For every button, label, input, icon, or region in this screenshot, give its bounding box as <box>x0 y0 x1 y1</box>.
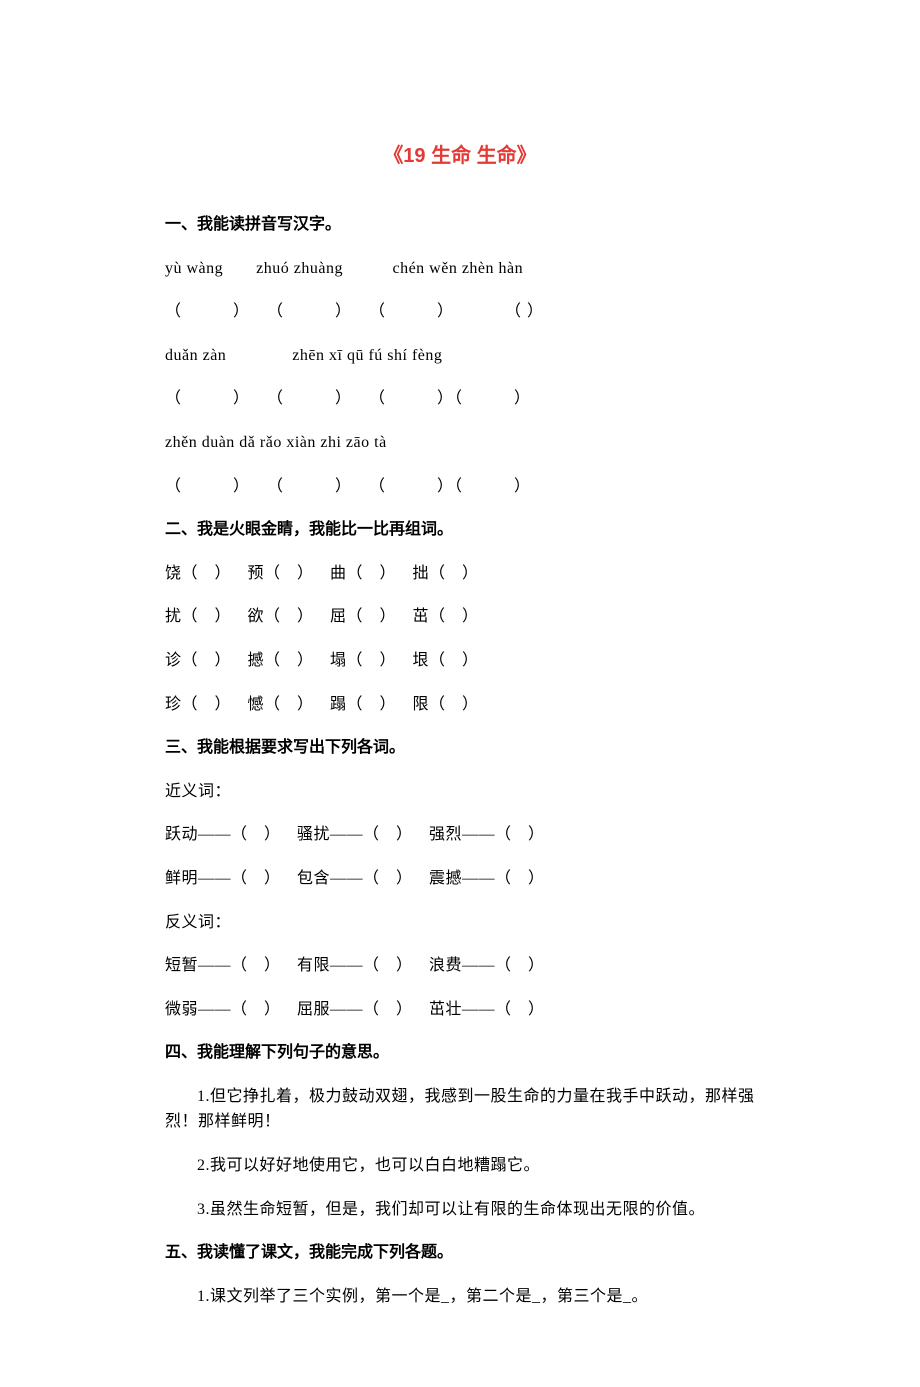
section-2-line-4: 珍（ ） 憾（ ） 蹋（ ） 限（ ） <box>165 692 755 718</box>
section-4-q2: 2.我可以好好地使用它，也可以白白地糟蹋它。 <box>165 1153 755 1179</box>
section-5-header: 五、我读懂了课文，我能完成下列各题。 <box>165 1240 755 1266</box>
synonym-line-2: 鲜明——（ ） 包含——（ ） 震撼——（ ） <box>165 866 755 892</box>
blanks-row-1: （ ） （ ） （ ） （ ） <box>165 299 755 325</box>
pinyin-row-1: yù wàng zhuó zhuàng chén wěn zhèn hàn <box>165 256 755 282</box>
section-3-header: 三、我能根据要求写出下列各词。 <box>165 735 755 761</box>
pinyin-row-2: duǎn zàn zhēn xī qū fú shí fèng <box>165 343 755 369</box>
synonym-line-1: 跃动——（ ） 骚扰——（ ） 强烈——（ ） <box>165 822 755 848</box>
antonym-label: 反义词： <box>165 910 755 936</box>
section-2-header: 二、我是火眼金睛，我能比一比再组词。 <box>165 517 755 543</box>
blanks-row-3: （ ） （ ） （ ）（ ） <box>165 474 755 500</box>
antonym-line-2: 微弱——（ ） 屈服——（ ） 茁壮——（ ） <box>165 997 755 1023</box>
blanks-row-2: （ ） （ ） （ ）（ ） <box>165 386 755 412</box>
document-title: 《19 生命 生命》 <box>165 140 755 172</box>
section-4-q1: 1.但它挣扎着，极力鼓动双翅，我感到一股生命的力量在我手中跃动，那样强烈！那样鲜… <box>165 1084 755 1135</box>
section-2-line-2: 扰（ ） 欲（ ） 屈（ ） 茁（ ） <box>165 604 755 630</box>
synonym-label: 近义词： <box>165 779 755 805</box>
pinyin-row-3: zhěn duàn dǎ rǎo xiàn zhi zāo tà <box>165 430 755 456</box>
section-2-line-3: 诊（ ） 撼（ ） 塌（ ） 垠（ ） <box>165 648 755 674</box>
antonym-line-1: 短暂——（ ） 有限——（ ） 浪费——（ ） <box>165 953 755 979</box>
section-5-q1: 1.课文列举了三个实例，第一个是_，第二个是_，第三个是_。 <box>165 1284 755 1310</box>
section-4-q3: 3.虽然生命短暂，但是，我们却可以让有限的生命体现出无限的价值。 <box>165 1197 755 1223</box>
section-2-line-1: 饶（ ） 预（ ） 曲（ ） 拙（ ） <box>165 561 755 587</box>
section-1-header: 一、我能读拼音写汉字。 <box>165 212 755 238</box>
section-4-header: 四、我能理解下列句子的意思。 <box>165 1040 755 1066</box>
